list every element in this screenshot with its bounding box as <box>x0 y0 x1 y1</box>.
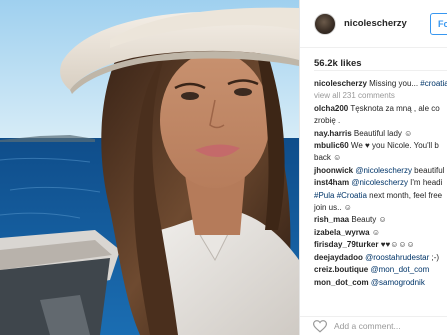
list-item: rish_maa Beauty ☺ <box>314 214 447 226</box>
comment-text: We ♥ you Nicole. You'll b <box>350 141 439 151</box>
comment-username[interactable]: mbulic60 <box>314 141 349 150</box>
comment-text: Tęsknota za mną , ale co <box>350 103 440 113</box>
comment-username[interactable]: deejaydadoo <box>314 253 363 262</box>
post-header: nicolescherzy Follow <box>300 0 447 48</box>
comments-list: nicolescherzy Missing you... #croatia vi… <box>314 78 447 289</box>
comment-username[interactable]: creiz.boutique <box>314 265 368 274</box>
comment-text: ;-) <box>429 252 440 262</box>
post-photo[interactable] <box>0 0 299 335</box>
comment-text: beautiful <box>411 165 445 175</box>
post-side-panel: nicolescherzy Follow 56.2k likes nicoles… <box>299 0 447 335</box>
comment-username[interactable]: nay.harris <box>314 129 352 138</box>
post-username[interactable]: nicolescherzy <box>344 18 407 29</box>
comment-username[interactable]: mon_dot_com <box>314 278 369 287</box>
list-item: mbulic60 We ♥ you Nicole. You'll b <box>314 140 447 152</box>
list-item: izabela_wyrwa ☺ <box>314 227 447 239</box>
hashtag-link[interactable]: #Croatia <box>337 191 367 200</box>
comment-username[interactable]: rish_maa <box>314 215 349 224</box>
add-comment-input[interactable]: Add a comment... <box>334 321 401 331</box>
mention-link[interactable]: @samogrodnik <box>371 278 425 287</box>
comment-username[interactable]: firisday_79turker <box>314 240 378 249</box>
comment-continuation: back ☺ <box>314 153 342 163</box>
comment-continuation: join us.. ☺ <box>314 203 352 213</box>
comment-continuation: zrobię . <box>314 116 341 126</box>
comment-text: Beautiful lady ☺ <box>353 128 413 138</box>
comment-username[interactable]: nicolescherzy <box>314 79 367 88</box>
comment-username[interactable]: inst4ham <box>314 178 349 187</box>
list-item: nicolescherzy Missing you... #croatia <box>314 78 447 90</box>
comment-text: next month, feel free <box>366 190 443 200</box>
list-item: deejaydadoo @roostahrudestar ;-) <box>314 252 447 264</box>
list-item: jhoonwick @nicolescherzy beautiful <box>314 165 447 177</box>
list-item: creiz.boutique @mon_dot_com <box>314 264 447 276</box>
hashtag-link[interactable]: #croatia <box>420 79 447 88</box>
list-item: nay.harris Beautiful lady ☺ <box>314 128 447 140</box>
comment-text: Beauty ☺ <box>351 215 387 225</box>
list-item: mon_dot_com @samogrodnik <box>314 277 447 289</box>
comment-text: ♥♥☺☺☺ <box>380 240 415 250</box>
comment-continuation: #Pula #Croatia next month, feel free <box>314 190 447 202</box>
hashtag-link[interactable]: #Pula <box>314 191 334 200</box>
avatar[interactable] <box>314 12 336 35</box>
mention-link[interactable]: @nicolescherzy <box>355 166 412 175</box>
divider <box>314 70 447 71</box>
list-item: firisday_79turker ♥♥☺☺☺ <box>314 239 447 251</box>
comment-text: I'm headi <box>407 178 443 188</box>
list-item: inst4ham @nicolescherzy I'm headi <box>314 177 447 189</box>
mention-link[interactable]: @mon_dot_com <box>370 265 429 274</box>
follow-button[interactable]: Follow <box>430 13 447 35</box>
heart-icon[interactable] <box>313 320 327 333</box>
comment-username[interactable]: jhoonwick <box>314 166 353 175</box>
comment-username[interactable]: olcha200 <box>314 104 348 113</box>
comment-username[interactable]: izabela_wyrwa <box>314 228 370 237</box>
comment-text: Missing you... <box>369 79 421 88</box>
view-all-comments-link[interactable]: view all 231 comments <box>314 90 447 102</box>
mention-link[interactable]: @nicolescherzy <box>351 178 408 187</box>
comment-text: ☺ <box>371 227 380 237</box>
list-item: olcha200 Tęsknota za mną , ale co <box>314 103 447 115</box>
likes-count[interactable]: 56.2k likes <box>314 58 362 69</box>
add-comment-bar: Add a comment... <box>300 316 447 335</box>
mention-link[interactable]: @roostahrudestar <box>365 253 429 262</box>
